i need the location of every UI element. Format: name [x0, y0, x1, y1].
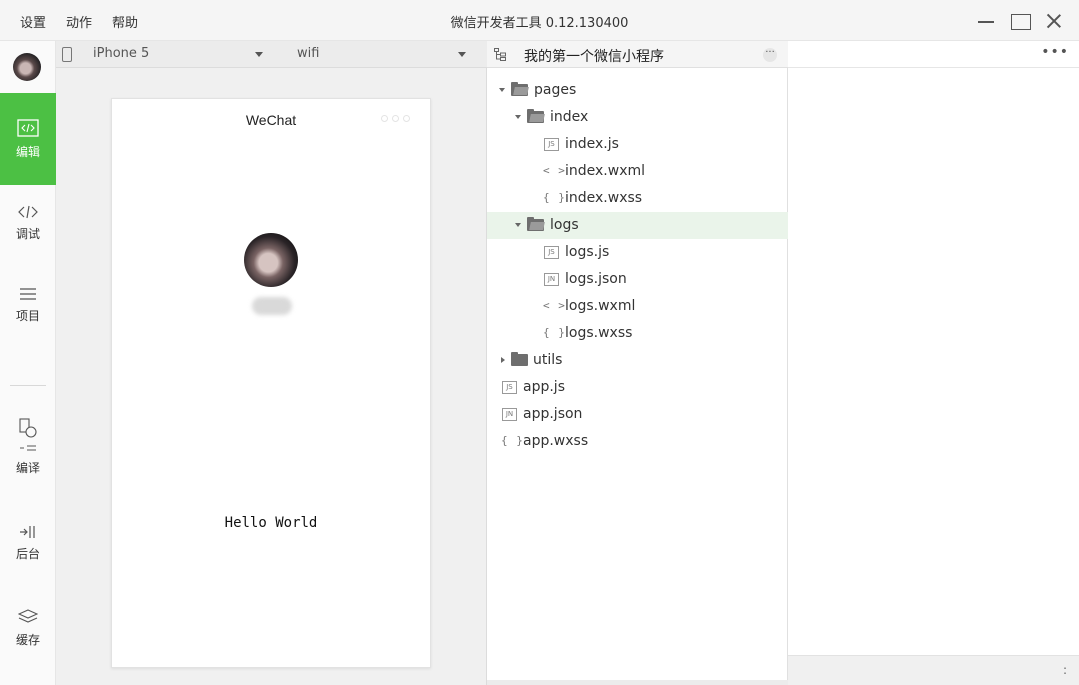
sidebar-item-label: 项目: [15, 309, 40, 323]
left-sidebar: 编辑 调试 项目 编译 后台 缓存: [0, 41, 56, 685]
sidebar-item-label: 调试: [15, 227, 40, 241]
folder-open-icon: [527, 217, 544, 231]
network-select-value: wifi: [297, 46, 320, 61]
phone-screen: WeChat Hello World: [111, 98, 431, 668]
compile-icon: [19, 418, 37, 451]
wxss-file-icon: { }: [543, 191, 566, 204]
folder-open-icon: [527, 109, 544, 123]
debug-icon: [18, 205, 38, 219]
tree-item-logs-wxml[interactable]: < > logs.wxml: [487, 293, 788, 320]
sidebar-item-label: 编辑: [15, 144, 40, 159]
sidebar-item-edit[interactable]: 编辑: [0, 93, 56, 185]
js-file-icon: JS: [544, 138, 559, 151]
tree-item-label: index.wxss: [565, 190, 643, 206]
user-avatar-large[interactable]: [244, 233, 298, 287]
sidebar-item-cache[interactable]: 缓存: [0, 597, 56, 657]
caret-down-icon: [499, 88, 505, 92]
sidebar-item-compile[interactable]: 编译: [0, 413, 56, 485]
device-select-value: iPhone 5: [93, 46, 150, 61]
more-options-icon[interactable]: ···: [763, 48, 777, 62]
code-icon: [17, 118, 39, 137]
folder-icon: [511, 352, 528, 366]
tree-item-pages[interactable]: pages: [487, 77, 788, 104]
title-bar: 设置 动作 帮助 微信开发者工具 0.12.130400: [0, 0, 1079, 41]
project-name: 我的第一个微信小程序: [524, 49, 664, 65]
window-title: 微信开发者工具 0.12.130400: [450, 16, 629, 31]
user-nickname: [252, 297, 292, 315]
tree-item-app-wxss[interactable]: { } app.wxss: [487, 428, 788, 455]
editor-more-icon[interactable]: •••: [1041, 44, 1069, 60]
maximize-icon[interactable]: [1009, 10, 1031, 32]
wxml-file-icon: < >: [543, 164, 566, 177]
tree-item-label: index: [550, 109, 589, 125]
folder-open-icon: [511, 82, 528, 96]
caret-down-icon: [515, 115, 521, 119]
caret-right-icon: [501, 357, 505, 363]
tree-item-label: utils: [533, 352, 563, 368]
background-icon: [20, 526, 35, 538]
hello-text: Hello World: [224, 515, 318, 531]
caret-down-icon: [515, 223, 521, 227]
tree-item-label: app.js: [523, 379, 565, 395]
tree-item-index-wxml[interactable]: < > index.wxml: [487, 158, 788, 185]
js-file-icon: JS: [502, 381, 517, 394]
devtools-window: 设置 动作 帮助 微信开发者工具 0.12.130400 编辑 调试 项目 编译…: [0, 0, 1079, 685]
simulator-area: WeChat Hello World: [56, 68, 487, 685]
wxss-file-icon: { }: [543, 326, 566, 339]
tree-structure-icon[interactable]: [494, 48, 507, 61]
close-icon[interactable]: [1043, 10, 1065, 32]
status-indicator: :: [1062, 663, 1067, 677]
js-file-icon: JS: [544, 246, 559, 259]
tree-header: 我的第一个微信小程序 ···: [487, 41, 788, 68]
tree-item-logs[interactable]: logs: [487, 212, 788, 239]
tree-item-label: app.json: [523, 406, 583, 422]
minimize-icon[interactable]: [975, 10, 997, 32]
tree-item-app-json[interactable]: JN app.json: [487, 401, 788, 428]
wxml-file-icon: < >: [543, 299, 566, 312]
tree-item-index-wxss[interactable]: { } index.wxss: [487, 185, 788, 212]
sidebar-item-label: 编译: [15, 461, 40, 475]
wxss-file-icon: { }: [501, 434, 524, 447]
tree-item-label: logs.json: [565, 271, 627, 287]
tree-item-label: logs.js: [565, 244, 610, 260]
menu-lines-icon: [20, 288, 36, 300]
sidebar-divider: [10, 385, 46, 386]
tree-item-label: index.wxml: [565, 163, 646, 179]
chevron-down-icon: [458, 52, 466, 57]
phone-icon[interactable]: [62, 47, 72, 62]
sidebar-item-label: 后台: [15, 547, 40, 561]
editor-panel: ••• :: [788, 41, 1079, 685]
json-file-icon: JN: [502, 408, 517, 421]
sidebar-item-background[interactable]: 后台: [0, 511, 56, 571]
tree-scrollbar[interactable]: [487, 680, 788, 685]
window-controls: [975, 10, 1065, 32]
editor-status-bar: :: [788, 655, 1079, 685]
network-select[interactable]: wifi: [297, 46, 467, 61]
tree-item-logs-json[interactable]: JN logs.json: [487, 266, 788, 293]
sidebar-item-debug[interactable]: 调试: [0, 185, 56, 255]
tree-item-app-js[interactable]: JS app.js: [487, 374, 788, 401]
file-tree-panel: 我的第一个微信小程序 ··· pages index JS index.js <…: [487, 41, 788, 685]
tree-item-label: pages: [534, 82, 577, 98]
sidebar-item-project[interactable]: 项目: [0, 271, 56, 341]
more-dots-icon[interactable]: [381, 115, 410, 122]
user-avatar[interactable]: [13, 53, 41, 81]
tree-item-logs-js[interactable]: JS logs.js: [487, 239, 788, 266]
chevron-down-icon: [255, 52, 263, 57]
sidebar-item-label: 缓存: [15, 633, 40, 647]
tree-item-label: logs.wxss: [565, 325, 633, 341]
layers-icon: [18, 609, 38, 623]
tree-item-logs-wxss[interactable]: { } logs.wxss: [487, 320, 788, 347]
simulator-toolbar: iPhone 5 wifi: [56, 41, 487, 68]
tree-item-label: index.js: [565, 136, 619, 152]
tree-item-label: app.wxss: [523, 433, 589, 449]
tree-item-label: logs.wxml: [565, 298, 636, 314]
device-select[interactable]: iPhone 5: [93, 46, 263, 61]
tree-item-label: logs: [550, 217, 579, 233]
tree-item-index[interactable]: index: [487, 104, 788, 131]
tree-item-utils[interactable]: utils: [487, 347, 788, 374]
json-file-icon: JN: [544, 273, 559, 286]
tree-item-index-js[interactable]: JS index.js: [487, 131, 788, 158]
editor-tab-bar: •••: [788, 41, 1079, 68]
